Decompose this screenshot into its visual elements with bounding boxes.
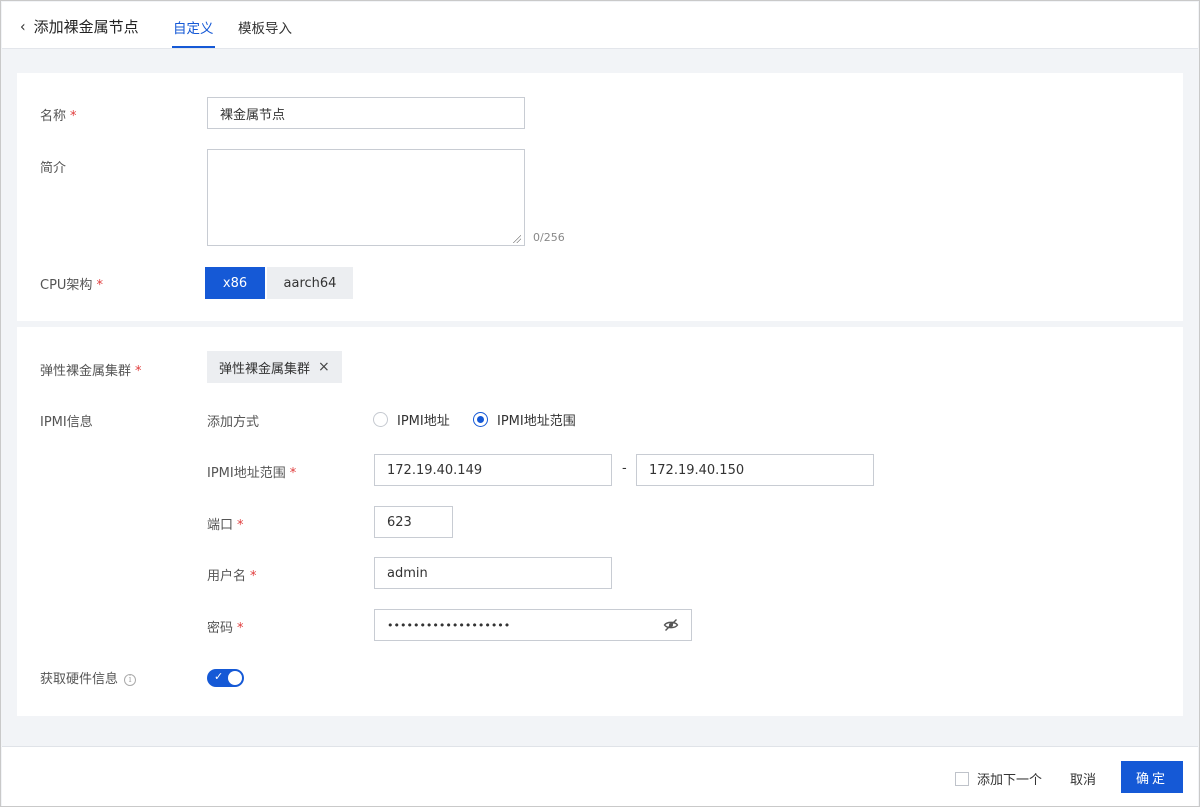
check-icon: ✓ [214, 670, 224, 683]
password-input[interactable] [374, 609, 692, 641]
required-mark: * [135, 364, 142, 379]
hardware-info-label: 获取硬件信息 i [40, 668, 137, 687]
node-config-card: 弹性裸金属集群 * 弹性裸金属集群 × IPMI信息 添加方式 IPMI地址 IP… [17, 327, 1183, 716]
cpu-arch-label: CPU架构 * [40, 278, 103, 293]
radio-ipmi-address[interactable]: IPMI地址 [373, 410, 450, 429]
basic-info-card: 名称* 简介 0/256 CPU架构* x86 aarch64 [17, 73, 1183, 321]
required-mark: * [96, 278, 103, 293]
radio-label: IPMI地址范围 [497, 414, 576, 429]
page-title: 添加裸金属节点 [33, 18, 139, 36]
cluster-tag: 弹性裸金属集群 × [207, 351, 342, 383]
toggle-knob [228, 671, 242, 685]
tab-custom[interactable]: 自定义 [173, 17, 214, 37]
port-label: 端口 * [207, 518, 244, 533]
cancel-button[interactable]: 取消 [1070, 769, 1096, 788]
radio-label: IPMI地址 [397, 414, 450, 429]
cluster-label: 弹性裸金属集群 * [40, 364, 142, 379]
ipmi-range-end-input[interactable] [636, 454, 874, 486]
username-input[interactable] [374, 557, 612, 589]
password-label: 密码 * [207, 621, 244, 636]
radio-unchecked-icon [373, 412, 388, 427]
port-input[interactable] [374, 506, 453, 538]
eye-hidden-icon[interactable] [663, 617, 679, 633]
checkbox-unchecked-icon [955, 771, 969, 786]
chevron-left-icon: ‹ [20, 17, 26, 36]
footer-bar: 添加下一个 取消 确定 [2, 746, 1198, 806]
description-label: 简介 [40, 161, 67, 176]
required-mark: * [250, 569, 257, 584]
back-button[interactable]: ‹ 添加裸金属节点 [20, 16, 139, 37]
add-next-checkbox[interactable]: 添加下一个 [955, 769, 1042, 788]
cpu-arch-aarch64[interactable]: aarch64 [267, 267, 353, 299]
active-tab-indicator [172, 46, 215, 48]
header-bar: ‹ 添加裸金属节点 自定义 模板导入 [2, 2, 1198, 49]
range-separator: - [622, 461, 627, 476]
page-frame: ‹ 添加裸金属节点 自定义 模板导入 名称* 简介 0/256 CPU架构* x… [0, 0, 1200, 807]
ipmi-range-label: IPMI地址范围 * [207, 466, 297, 481]
required-mark: * [237, 518, 244, 533]
add-method-label: 添加方式 [207, 415, 260, 430]
add-next-label: 添加下一个 [977, 773, 1043, 788]
resize-grip-icon[interactable] [513, 235, 521, 243]
name-input[interactable] [207, 97, 525, 129]
confirm-button[interactable]: 确定 [1121, 761, 1183, 793]
info-icon[interactable]: i [124, 674, 137, 686]
radio-checked-icon [473, 412, 488, 427]
char-counter: 0/256 [533, 231, 565, 244]
tab-template-import[interactable]: 模板导入 [238, 17, 292, 37]
radio-ipmi-range[interactable]: IPMI地址范围 [473, 410, 576, 429]
cluster-tag-label: 弹性裸金属集群 [219, 361, 311, 377]
name-label: 名称 * [40, 109, 77, 124]
cpu-arch-x86[interactable]: x86 [205, 267, 265, 299]
ipmi-range-start-input[interactable] [374, 454, 612, 486]
required-mark: * [289, 466, 297, 481]
hardware-info-toggle[interactable]: ✓ [207, 669, 244, 687]
ipmi-info-label: IPMI信息 [40, 415, 93, 430]
username-label: 用户名 * [207, 569, 257, 584]
required-mark: * [70, 109, 77, 124]
description-textarea[interactable] [207, 149, 525, 246]
required-mark: * [237, 621, 244, 636]
close-icon[interactable]: × [318, 359, 330, 375]
